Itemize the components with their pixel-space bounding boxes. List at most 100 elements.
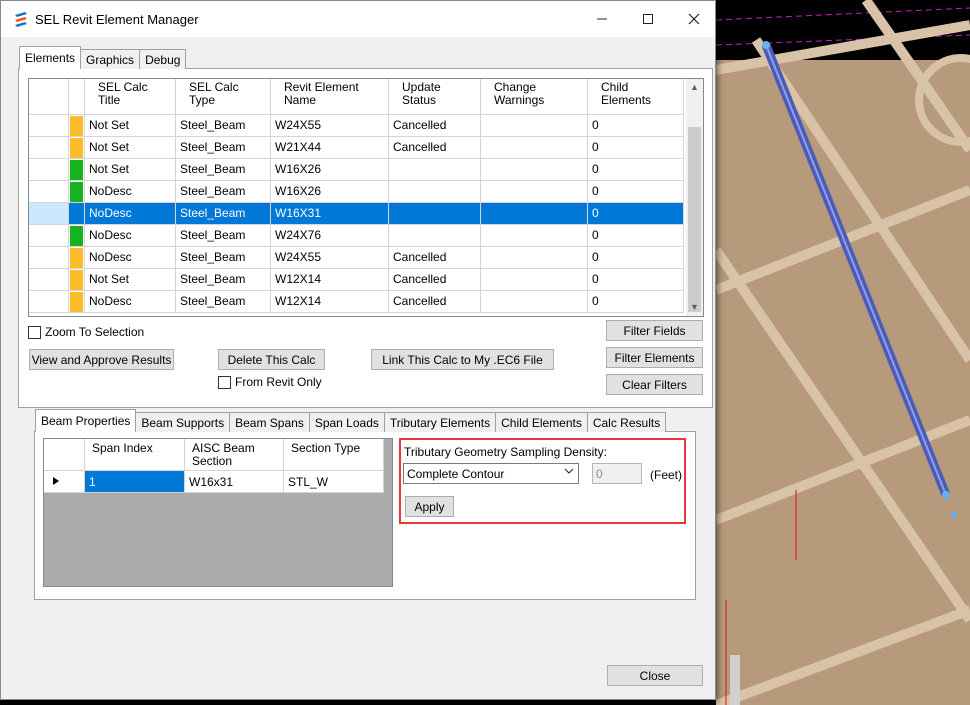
status-flag-cell[interactable]: [69, 159, 85, 181]
column-header-calc-type[interactable]: SEL Calc Type: [176, 79, 271, 115]
calc-title-cell[interactable]: NoDesc: [85, 247, 176, 269]
revit-viewport[interactable]: [716, 0, 970, 705]
element-name-cell[interactable]: W24X55: [271, 115, 389, 137]
child-elements-cell[interactable]: 0: [588, 269, 684, 291]
tab-tributary-elements[interactable]: Tributary Elements: [383, 412, 497, 432]
row-header-cell[interactable]: [29, 115, 69, 137]
tab-graphics[interactable]: Graphics: [80, 49, 141, 69]
calc-title-cell[interactable]: Not Set: [85, 159, 176, 181]
element-name-cell[interactable]: W12X14: [271, 269, 389, 291]
status-flag-cell[interactable]: [69, 269, 85, 291]
update-status-cell[interactable]: Cancelled: [389, 115, 481, 137]
maximize-button[interactable]: [625, 1, 671, 37]
tab-beam-properties[interactable]: Beam Properties: [35, 409, 137, 432]
aisc-section-cell[interactable]: W16x31: [185, 471, 284, 493]
calc-title-cell[interactable]: NoDesc: [85, 181, 176, 203]
element-name-cell[interactable]: W24X55: [271, 247, 389, 269]
section-type-cell[interactable]: STL_W: [284, 471, 384, 493]
element-name-cell[interactable]: W24X76: [271, 225, 389, 247]
table-row[interactable]: NoDesc Steel_Beam W12X14 Cancelled 0: [29, 291, 684, 313]
change-warnings-cell[interactable]: [481, 203, 588, 225]
child-elements-cell[interactable]: 0: [588, 225, 684, 247]
tab-beam-supports[interactable]: Beam Supports: [135, 412, 231, 432]
update-status-cell[interactable]: [389, 225, 481, 247]
column-header-section-type[interactable]: Section Type: [284, 439, 384, 471]
calc-type-cell[interactable]: Steel_Beam: [176, 203, 271, 225]
filter-elements-button[interactable]: Filter Elements: [606, 347, 703, 368]
close-button[interactable]: Close: [607, 665, 703, 686]
change-warnings-cell[interactable]: [481, 159, 588, 181]
child-elements-cell[interactable]: 0: [588, 291, 684, 313]
calc-type-cell[interactable]: Steel_Beam: [176, 159, 271, 181]
table-row[interactable]: NoDesc Steel_Beam W16X31 0: [29, 203, 684, 225]
change-warnings-cell[interactable]: [481, 115, 588, 137]
calc-title-cell[interactable]: Not Set: [85, 137, 176, 159]
row-header-cell[interactable]: [29, 247, 69, 269]
title-bar[interactable]: SEL Revit Element Manager: [1, 1, 715, 37]
current-row-indicator[interactable]: [44, 471, 85, 493]
clear-filters-button[interactable]: Clear Filters: [606, 374, 703, 395]
scroll-down-arrow-icon[interactable]: ▼: [686, 299, 703, 316]
element-name-cell[interactable]: W16X26: [271, 181, 389, 203]
change-warnings-cell[interactable]: [481, 291, 588, 313]
grid-vertical-scrollbar[interactable]: ▲ ▼: [686, 79, 703, 316]
child-elements-cell[interactable]: 0: [588, 247, 684, 269]
status-flag-cell[interactable]: [69, 247, 85, 269]
tab-child-elements[interactable]: Child Elements: [495, 412, 588, 432]
zoom-to-selection-checkbox[interactable]: Zoom To Selection: [28, 325, 144, 339]
tab-span-loads[interactable]: Span Loads: [308, 412, 385, 432]
row-header-cell[interactable]: [29, 269, 69, 291]
calc-type-cell[interactable]: Steel_Beam: [176, 269, 271, 291]
calc-title-cell[interactable]: NoDesc: [85, 225, 176, 247]
change-warnings-cell[interactable]: [481, 269, 588, 291]
calc-type-cell[interactable]: Steel_Beam: [176, 115, 271, 137]
column-header-child-elements[interactable]: Child Elements: [588, 79, 684, 115]
minimize-button[interactable]: [579, 1, 625, 37]
from-revit-only-checkbox[interactable]: From Revit Only: [218, 375, 322, 389]
row-header-cell[interactable]: [29, 291, 69, 313]
calc-title-cell[interactable]: Not Set: [85, 269, 176, 291]
beam-spans-grid[interactable]: Span Index AISC Beam Section Section Typ…: [43, 438, 393, 587]
link-calc-button[interactable]: Link This Calc to My .EC6 File: [371, 349, 554, 370]
table-row[interactable]: Not Set Steel_Beam W21X44 Cancelled 0: [29, 137, 684, 159]
element-name-cell[interactable]: W16X26: [271, 159, 389, 181]
elements-grid[interactable]: SEL Calc Title SEL Calc Type Revit Eleme…: [28, 78, 704, 317]
column-header-update-status[interactable]: Update Status: [389, 79, 481, 115]
row-header-cell[interactable]: [29, 159, 69, 181]
update-status-cell[interactable]: Cancelled: [389, 291, 481, 313]
child-elements-cell[interactable]: 0: [588, 137, 684, 159]
checkbox-box[interactable]: [28, 325, 41, 339]
density-value-input[interactable]: 0: [592, 463, 642, 484]
update-status-cell[interactable]: [389, 181, 481, 203]
table-row[interactable]: NoDesc Steel_Beam W16X26 0: [29, 181, 684, 203]
row-header-cell[interactable]: [29, 137, 69, 159]
table-row[interactable]: NoDesc Steel_Beam W24X55 Cancelled 0: [29, 247, 684, 269]
update-status-cell[interactable]: Cancelled: [389, 137, 481, 159]
view-approve-results-button[interactable]: View and Approve Results: [29, 349, 174, 370]
scroll-up-arrow-icon[interactable]: ▲: [686, 79, 703, 96]
table-row[interactable]: NoDesc Steel_Beam W24X76 0: [29, 225, 684, 247]
calc-title-cell[interactable]: NoDesc: [85, 291, 176, 313]
tab-elements[interactable]: Elements: [19, 46, 82, 69]
status-flag-cell[interactable]: [69, 181, 85, 203]
column-header-span-index[interactable]: Span Index: [85, 439, 185, 471]
child-elements-cell[interactable]: 0: [588, 159, 684, 181]
window-close-button[interactable]: [671, 1, 717, 37]
row-header-cell[interactable]: [29, 225, 69, 247]
column-header-element-name[interactable]: Revit Element Name: [271, 79, 389, 115]
child-elements-cell[interactable]: 0: [588, 115, 684, 137]
calc-type-cell[interactable]: Steel_Beam: [176, 181, 271, 203]
update-status-cell[interactable]: [389, 159, 481, 181]
status-flag-cell[interactable]: [69, 203, 85, 225]
update-status-cell[interactable]: Cancelled: [389, 247, 481, 269]
element-name-cell[interactable]: W16X31: [271, 203, 389, 225]
element-name-cell[interactable]: W12X14: [271, 291, 389, 313]
update-status-cell[interactable]: Cancelled: [389, 269, 481, 291]
child-elements-cell[interactable]: 0: [588, 181, 684, 203]
sampling-mode-dropdown[interactable]: Complete Contour: [403, 463, 579, 484]
tab-beam-spans[interactable]: Beam Spans: [229, 412, 310, 432]
update-status-cell[interactable]: [389, 203, 481, 225]
span-index-cell[interactable]: 1: [85, 471, 185, 493]
table-row[interactable]: Not Set Steel_Beam W12X14 Cancelled 0: [29, 269, 684, 291]
element-name-cell[interactable]: W21X44: [271, 137, 389, 159]
